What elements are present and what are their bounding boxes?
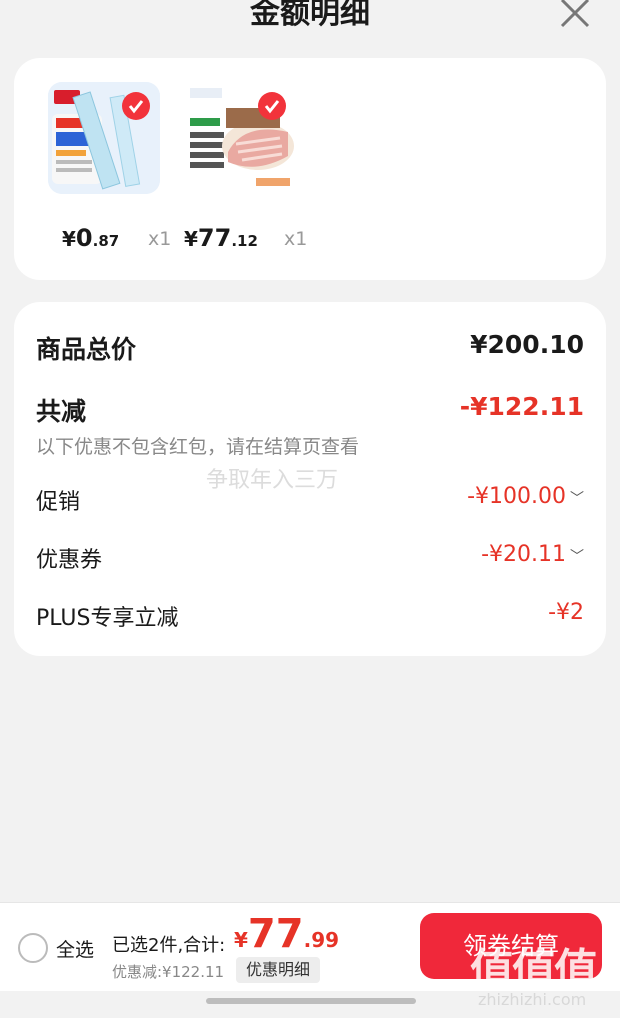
plus-discount-value: -¥2: [548, 600, 584, 625]
promotion-value: -¥100.00: [467, 484, 566, 509]
product-quantity: x1: [284, 228, 308, 250]
coupon-row[interactable]: 优惠券 -¥20.11 ﹀: [36, 542, 584, 574]
reduction-note: 以下优惠不包含红包，请在结算页查看: [36, 436, 360, 458]
reduction-label: 共减: [36, 397, 87, 426]
products-card: ¥0.87 x1 ¥77.12 x1: [14, 58, 606, 280]
product-price: ¥0.87: [62, 224, 120, 252]
ruler-product-image[interactable]: [48, 82, 160, 194]
pork-ribs-product-image[interactable]: [184, 82, 296, 194]
select-all-label[interactable]: 全选: [56, 935, 94, 962]
reduction-row: 共减 -¥122.11: [36, 392, 584, 428]
product-price: ¥77.12: [184, 224, 258, 252]
product-quantity: x1: [148, 228, 172, 250]
plus-discount-label: PLUS专享立减: [36, 606, 179, 631]
page-title: 金额明细: [250, 0, 370, 31]
chevron-down-icon[interactable]: ﹀: [570, 549, 584, 565]
plus-discount-row: PLUS专享立减 -¥2: [36, 600, 584, 632]
total-amount: ¥77.99: [234, 911, 340, 957]
checkmark-icon: [122, 92, 150, 120]
select-all-checkbox[interactable]: [18, 933, 48, 963]
selected-count-text: 已选2件,合计:: [112, 935, 226, 956]
close-icon[interactable]: [558, 0, 592, 30]
checkmark-icon: [258, 92, 286, 120]
discount-detail-button[interactable]: 优惠明细: [236, 957, 321, 983]
site-logo: 值值值: [470, 945, 598, 996]
coupon-value: -¥20.11: [481, 542, 566, 567]
product-item[interactable]: ¥0.87 x1: [48, 82, 171, 252]
site-url: zhizhizhi.com: [478, 990, 587, 1009]
product-item[interactable]: ¥77.12 x1: [184, 82, 307, 252]
total-price-value: ¥200.10: [470, 330, 584, 359]
home-indicator[interactable]: [206, 998, 416, 1004]
reduction-value: -¥122.11: [459, 392, 584, 421]
coupon-label: 优惠券: [36, 548, 103, 573]
discount-summary: 优惠减:¥122.11: [112, 963, 225, 981]
chevron-down-icon[interactable]: ﹀: [570, 491, 584, 507]
total-price-label: 商品总价: [36, 335, 137, 364]
promotion-label: 促销: [36, 490, 81, 515]
total-price-row: 商品总价 ¥200.10: [36, 330, 584, 366]
watermark-text: 争取年入三万: [206, 468, 339, 493]
